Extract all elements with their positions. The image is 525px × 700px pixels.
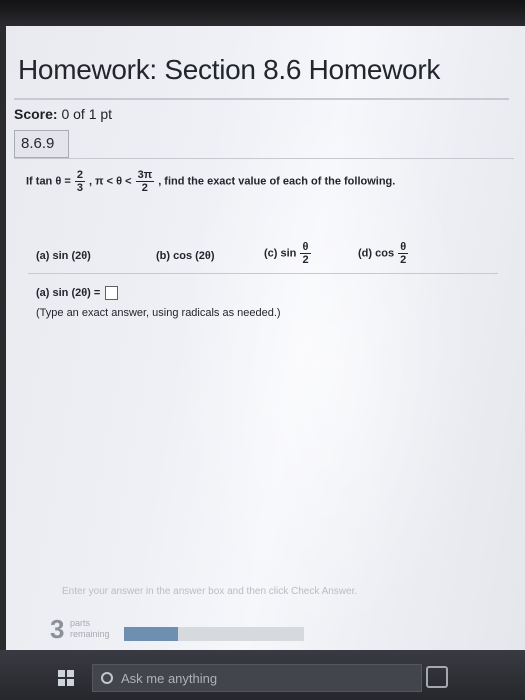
score-row: Score: 0 of 1 pt — [14, 106, 509, 132]
fraction-tan: 2 3 — [74, 169, 85, 194]
screen: Homework: Section 8.6 Homework Score: 0 … — [6, 26, 525, 700]
parts-remaining-line1: parts — [70, 618, 91, 628]
fraction-half-theta: θ 2 — [300, 241, 311, 266]
problem-statement: If tan θ = 2 3 , π < θ < 3π 2 , find the… — [26, 169, 506, 209]
fraction-numerator: 2 — [74, 169, 85, 182]
fraction-half-theta: θ 2 — [398, 241, 409, 266]
answer-label: (a) sin (2θ) = — [36, 286, 101, 299]
windows-start-icon[interactable] — [58, 670, 74, 686]
fraction-denominator: 2 — [141, 182, 148, 194]
fraction-numerator: θ — [300, 241, 311, 254]
part-label: (b) cos (2θ) — [156, 250, 215, 262]
parts-list: (a) sin (2θ) (b) cos (2θ) (c) sin θ 2 (d… — [36, 241, 496, 271]
problem-interval: , π < θ < — [89, 175, 132, 188]
answer-input[interactable] — [105, 286, 119, 300]
parts-remaining-count: 3 — [50, 614, 65, 644]
question-number: 8.6.9 — [14, 130, 69, 158]
problem-prefix: If tan θ = — [26, 175, 71, 188]
title-bar: Homework: Section 8.6 Homework — [14, 38, 509, 100]
score-label: Score: — [14, 106, 58, 122]
taskbar-search[interactable]: Ask me anything — [92, 664, 422, 692]
parts-remaining-line2: remaining — [70, 629, 110, 639]
fraction-upper-bound: 3π 2 — [135, 169, 155, 194]
part-b: (b) cos (2θ) — [156, 250, 215, 262]
taskbar: Ask me anything — [0, 650, 525, 700]
part-label: (d) cos — [358, 247, 395, 260]
progress-fill — [124, 627, 178, 641]
part-a: (a) sin (2θ) — [36, 250, 91, 262]
parts-remaining-text: parts remaining — [70, 618, 110, 640]
footer-hint: Enter your answer in the answer box and … — [62, 586, 358, 597]
fraction-denominator: 2 — [302, 254, 309, 266]
search-placeholder: Ask me anything — [121, 671, 218, 686]
divider — [14, 158, 514, 159]
score-value: 0 of 1 pt — [61, 106, 113, 122]
part-label: (a) sin (2θ) — [36, 250, 91, 262]
part-d: (d) cos θ 2 — [358, 241, 409, 266]
part-label: (c) sin — [264, 247, 297, 260]
fraction-numerator: θ — [398, 241, 409, 254]
page-title: Homework: Section 8.6 Homework — [18, 54, 441, 85]
fraction-denominator: 3 — [76, 182, 83, 194]
progress-bar — [124, 627, 304, 641]
answer-instruction: (Type an exact answer, using radicals as… — [36, 307, 281, 319]
cortana-icon — [101, 672, 113, 684]
answer-line: (a) sin (2θ) = — [36, 286, 119, 300]
fraction-numerator: 3π — [135, 169, 155, 182]
task-view-icon[interactable] — [426, 666, 448, 688]
problem-suffix: , find the exact value of each of the fo… — [158, 175, 396, 188]
fraction-denominator: 2 — [400, 254, 407, 266]
parts-remaining: 3 parts remaining — [50, 614, 130, 650]
monitor-bezel — [0, 0, 525, 28]
divider — [28, 273, 498, 274]
part-c: (c) sin θ 2 — [264, 241, 312, 266]
